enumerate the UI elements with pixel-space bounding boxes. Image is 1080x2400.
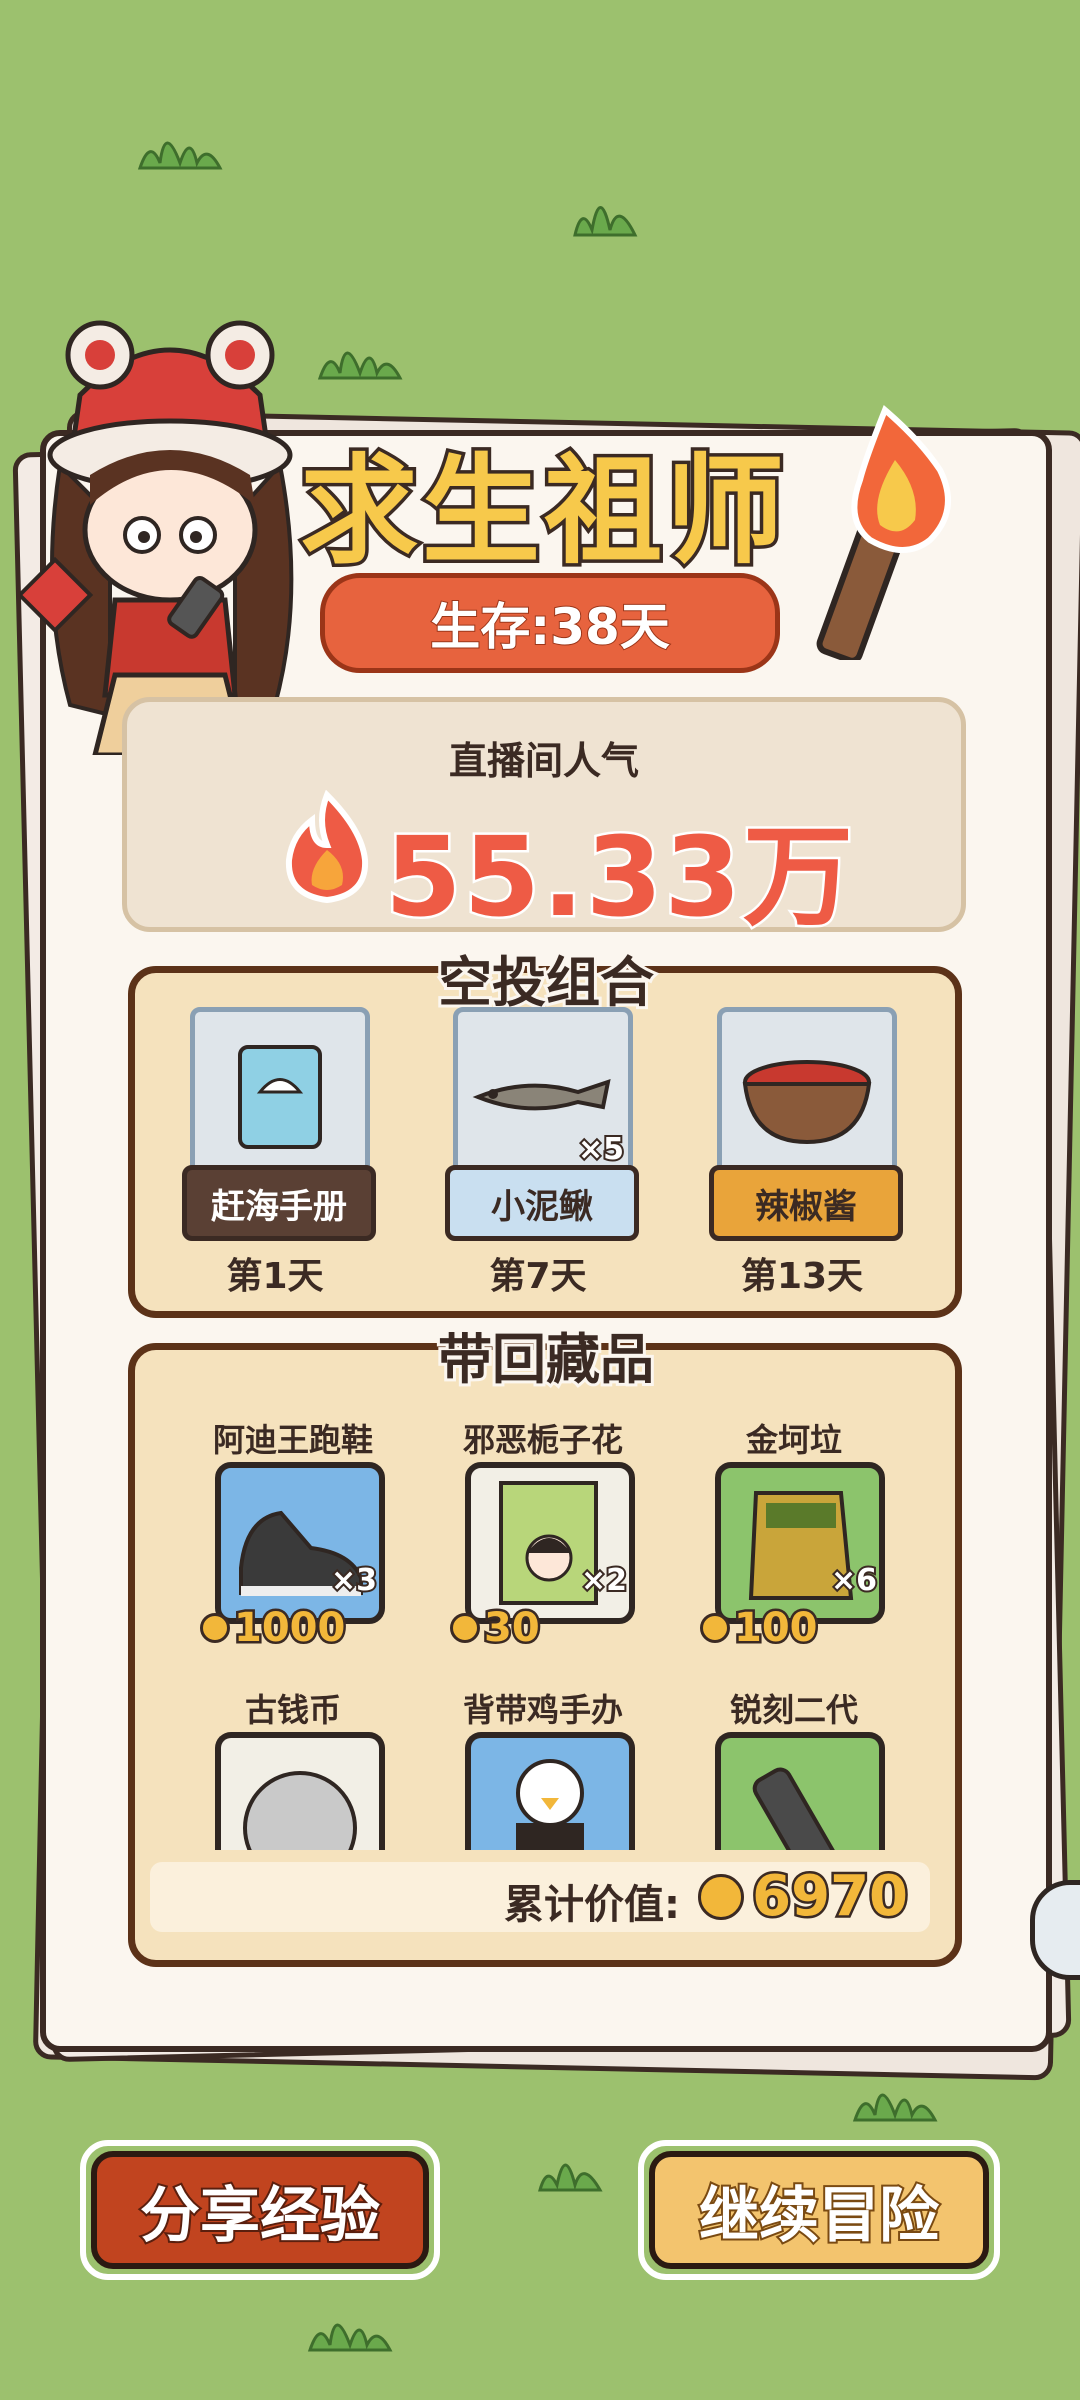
grass-tuft-icon	[307, 2323, 393, 2352]
collection-item-name: 金坷垃	[745, 1421, 842, 1459]
continue-button-label: 继续冒险	[649, 2151, 989, 2269]
lion-dance-girl-avatar	[20, 320, 294, 755]
shell-book-icon	[238, 1045, 322, 1149]
airdrop-item-day: 第1天	[226, 1256, 324, 1297]
total-value-label: 累计价值:	[504, 1882, 680, 1928]
total-value-number: 6970	[750, 1862, 911, 1932]
collection-item-image[interactable]: ×3	[215, 1462, 385, 1624]
price-value: 100	[732, 1603, 820, 1654]
chicken-figure-icon	[516, 1759, 584, 1850]
airdrop-item-frame	[190, 1007, 370, 1187]
collection-item-image[interactable]: ×2	[465, 1462, 635, 1624]
price-value: 1000	[231, 1603, 347, 1654]
collection-item-name: 邪恶栀子花	[462, 1421, 623, 1459]
popularity-value: 55.33万	[383, 811, 856, 944]
collection-item-image[interactable]	[465, 1732, 635, 1850]
collection-item-qty: ×3	[329, 1561, 379, 1600]
collection-section-title: 带回藏品	[435, 1325, 657, 1394]
share-experience-button[interactable]: 分享经验	[80, 2140, 440, 2280]
airdrop-section-title: 空投组合	[435, 948, 657, 1017]
total-value: 6970	[698, 1862, 911, 1932]
fire-icon	[285, 790, 369, 904]
airdrop-item-frame	[717, 1007, 897, 1187]
popularity-panel: 直播间人气 55.33万	[122, 697, 966, 944]
grass-tuft-icon	[573, 206, 638, 237]
collection-item-price: 100	[700, 1603, 820, 1654]
airdrop-item-frame: ×5	[453, 1007, 633, 1187]
airdrop-item-label: 赶海手册	[182, 1165, 376, 1241]
collection-item-name: 阿迪王跑鞋	[212, 1421, 373, 1459]
collection-item-qty: ×2	[579, 1561, 629, 1600]
collection-item-name: 古钱币	[244, 1691, 341, 1729]
collection-item-name: 锐刻二代	[729, 1691, 858, 1729]
grass-tuft-icon	[137, 141, 223, 170]
torch-icon	[816, 404, 951, 660]
collection-item-image[interactable]	[715, 1732, 885, 1850]
collection-item-qty: ×6	[829, 1561, 879, 1600]
page-title: 求生祖师	[296, 439, 789, 584]
coin-icon	[200, 1613, 230, 1643]
share-button-label: 分享经验	[91, 2151, 429, 2269]
popularity-label: 直播间人气	[448, 739, 639, 783]
continue-adventure-button[interactable]: 继续冒险	[638, 2140, 1000, 2280]
e-cig-icon	[752, 1767, 838, 1850]
airdrop-item-qty: ×5	[576, 1130, 626, 1169]
collection-item-image[interactable]: ×6	[715, 1462, 885, 1624]
collection-item-price: 1000	[200, 1603, 348, 1654]
airdrop-item-day: 第13天	[740, 1256, 864, 1297]
grass-tuft-icon	[538, 2163, 603, 2192]
coin-icon	[698, 1873, 745, 1920]
coin-face-icon	[243, 1771, 357, 1850]
airdrop-item-label: 小泥鳅	[445, 1165, 639, 1241]
survival-days-badge: 生存:38天	[320, 573, 780, 673]
airdrop-item-label: 辣椒酱	[709, 1165, 903, 1241]
coin-icon	[450, 1613, 480, 1643]
airdrop-item-day: 第7天	[489, 1256, 587, 1297]
price-value: 30	[482, 1603, 543, 1654]
coin-icon	[700, 1613, 730, 1643]
chili-sauce-bowl-icon	[742, 1060, 872, 1145]
collection-item-name: 背带鸡手办	[462, 1691, 623, 1729]
grass-tuft-icon	[852, 2093, 938, 2122]
collection-item-image[interactable]	[215, 1732, 385, 1850]
collection-item-price: 30	[450, 1603, 543, 1654]
grass-tuft-icon	[317, 351, 403, 380]
total-value-bar: 累计价值: 6970	[150, 1862, 930, 1932]
